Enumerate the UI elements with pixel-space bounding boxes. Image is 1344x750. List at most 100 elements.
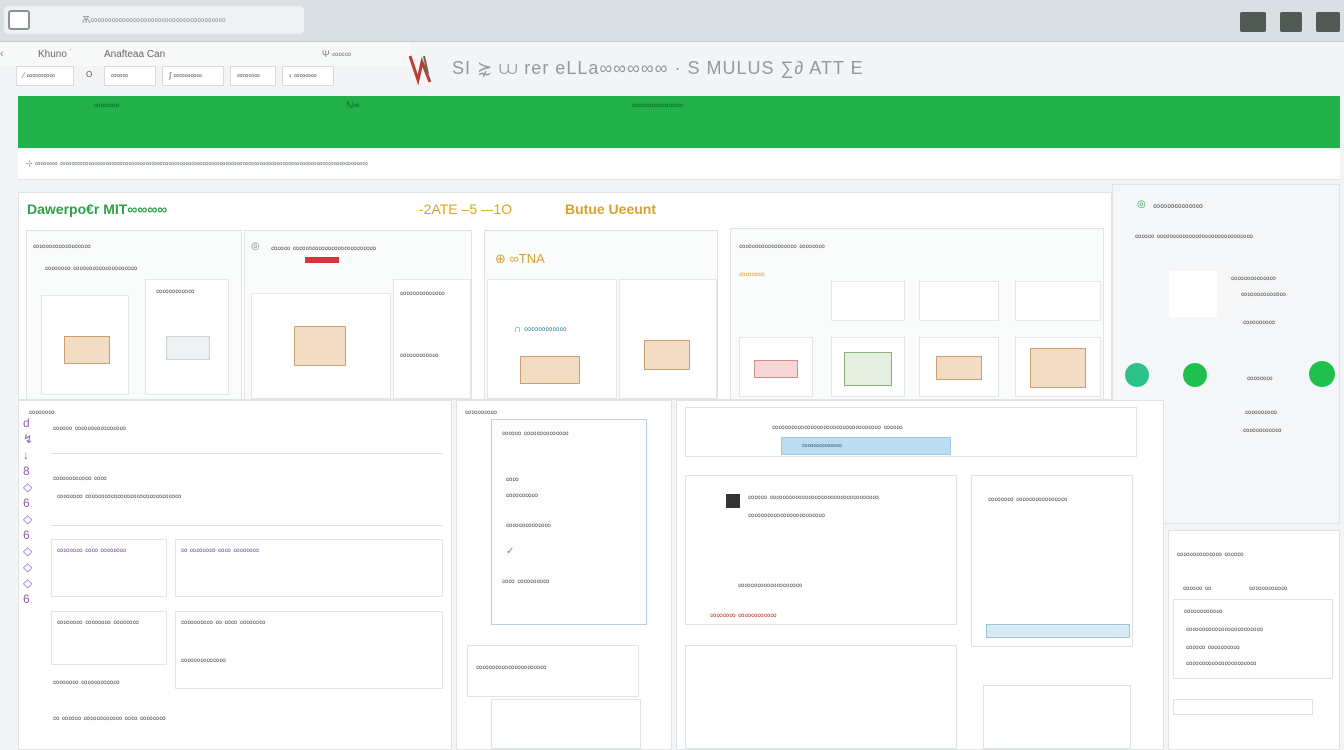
sidebar-tab-1[interactable]: ∞∞∞ ∞ [1183, 583, 1211, 593]
sidebar-input[interactable] [1173, 699, 1313, 715]
card4-title: ∞∞∞∞∞∞∞∞∞ ∞∞∞∞ [739, 241, 825, 251]
toolbar-item-1[interactable]: ∕ ∞∞∞∞∞ [16, 66, 74, 86]
panel-badge: Butue Ueeunt [565, 201, 656, 217]
form-field-1[interactable]: ∞∞∞ ∞∞∞∞∞∞∞∞ [53, 423, 126, 433]
chat-msg-5: ∞∞ ∞∞∞∞∞ [502, 576, 550, 586]
window-titlebar: Ѫ∞∞∞∞∞∞∞∞∞∞∞∞∞∞∞∞∞∞∞ [0, 0, 1344, 42]
product-card-4[interactable]: ∞∞∞∞∞∞∞∞∞ ∞∞∞∞ ∞∞∞∞ [730, 228, 1104, 400]
toolbar: ∕ ∞∞∞∞∞ O ∞∞∞ ∫ ∞∞∞∞∞ ∞∞∞∞ ‹ ∞∞∞∞ [16, 66, 334, 88]
card2-image [251, 293, 391, 399]
menu-right[interactable]: Ψ ∞∞∞ [322, 49, 351, 59]
toolbar-item-6[interactable]: ‹ ∞∞∞∞ [282, 66, 334, 86]
result-1-line-2: ∞∞∞∞∞∞∞∞∞∞∞∞ [748, 510, 825, 520]
content-cards: ∞∞∞∞∞∞∞∞∞∞∞∞∞∞∞∞∞ ∞∞∞ ∞∞∞∞∞∞∞ ∞∞∞ ∞∞∞∞∞∞… [676, 400, 1164, 750]
chat-bubble-large[interactable]: ∞∞∞ ∞∞∞∞∞∞∞ ∞∞ ∞∞∞∞∞ ∞∞∞∞∞∞∞ ✓ ∞∞ ∞∞∞∞∞ [491, 419, 647, 625]
form-field-9[interactable]: ∞∞∞∞ ∞∞∞∞∞∞ [53, 677, 120, 687]
panel-date: -2ATE –5 –-1O [419, 201, 513, 217]
result-1-line-4: ∞∞∞∞ ∞∞∞∞∞∞ [710, 610, 777, 620]
form-field-2[interactable]: ∞∞∞∞∞∞ ∞∞ [53, 473, 107, 483]
card4-spec-1 [831, 281, 905, 321]
toolbar-item-2[interactable]: O [80, 66, 98, 86]
close-icon[interactable] [1316, 12, 1340, 32]
result-card-3[interactable] [685, 645, 957, 749]
toolbar-item-4[interactable]: ∫ ∞∞∞∞∞ [162, 66, 224, 86]
minimize-icon[interactable] [1240, 12, 1266, 32]
result-2-bar[interactable] [986, 624, 1130, 638]
card1-caption: ∞∞∞∞∞∞ [156, 286, 195, 296]
card4-image-4 [1015, 337, 1101, 397]
side-panel-blob [1169, 271, 1217, 317]
card4-image-1 [739, 337, 813, 397]
toolbar-item-3[interactable]: ∞∞∞ [104, 66, 156, 86]
tab-title: Ѫ∞∞∞∞∞∞∞∞∞∞∞∞∞∞∞∞∞∞∞ [82, 15, 226, 26]
chat-msg-3: ∞∞∞∞∞ [506, 490, 539, 500]
product-card-1[interactable]: ∞∞∞∞∞∞∞∞∞ ∞∞∞∞ ∞∞∞∞∞∞∞∞∞∞ ∞∞∞∞∞∞ [26, 230, 242, 400]
back-icon[interactable]: ‹ [0, 48, 12, 60]
status-dot-3[interactable] [1309, 361, 1335, 387]
sidebar-row-3[interactable]: ∞∞∞ ∞∞∞∞∞ [1186, 642, 1240, 652]
card4-sub: ∞∞∞∞ [739, 269, 765, 279]
sidebar-row-4[interactable]: ∞∞∞∞∞∞∞∞∞∞∞ [1186, 658, 1257, 668]
product-card-2[interactable]: ◎ ∞∞∞ ∞∞∞∞∞∞∞∞∞∞∞∞∞ ∞∞∞∞∞∞∞ ∞∞∞∞∞∞ [244, 230, 472, 400]
maximize-icon[interactable] [1280, 12, 1302, 32]
side-panel-title: ∞∞∞∞∞∞∞ [1153, 201, 1203, 212]
chat-msg-6: ∞∞∞∞∞∞∞∞∞∞∞ [476, 662, 547, 672]
chat-msg-2: ∞∞ [506, 474, 519, 484]
sidebar-row-1[interactable]: ∞∞∞∞∞∞ [1184, 606, 1223, 616]
form-field-10[interactable]: ∞ ∞∞∞ ∞∞∞∞∞∞ ∞∞ ∞∞∞∞ [53, 713, 166, 723]
chat-bubble-bottom[interactable] [491, 699, 641, 749]
detail-form: ∞∞∞∞ d ↯ ↓ 8 ◇ 6 ◇ 6 ◇ ◇ ◇ 6 ∞∞∞ ∞∞∞∞∞∞∞… [18, 400, 452, 750]
sidebar-bottom: ∞∞∞∞∞∞∞ ∞∞∞ ∞∞∞ ∞ ∞∞∞∞∞∞ ∞∞∞∞∞∞ ∞∞∞∞∞∞∞∞… [1168, 530, 1340, 750]
status-dot-2[interactable] [1183, 363, 1207, 387]
result-2-line: ∞∞∞∞ ∞∞∞∞∞∞∞∞ [988, 494, 1068, 504]
sidebar-list: ∞∞∞∞∞∞ ∞∞∞∞∞∞∞∞∞∞∞∞ ∞∞∞ ∞∞∞∞∞ ∞∞∞∞∞∞∞∞∞∞… [1173, 599, 1333, 679]
chat-bubble-small[interactable]: ∞∞∞∞∞∞∞∞∞∞∞ [467, 645, 639, 697]
result-1-line-3: ∞∞∞∞∞∞∞∞∞∞ [738, 580, 803, 590]
green-band-mid: ℕ∞ [346, 100, 360, 110]
toolbar-item-5[interactable]: ∞∞∞∞ [230, 66, 276, 86]
chat-column: ∞∞∞∞∞ ∞∞∞ ∞∞∞∞∞∞∞ ∞∞ ∞∞∞∞∞ ∞∞∞∞∞∞∞ ✓ ∞∞ … [456, 400, 672, 750]
side-row-1: ∞∞∞∞∞∞∞ [1231, 273, 1276, 283]
menu-bar: ‹ Khuno 𝄒 Anafteaa Can Ψ ∞∞∞ [0, 42, 410, 66]
card2-caption: ∞∞∞∞∞∞ [400, 350, 439, 360]
result-card-1[interactable]: ∞∞∞ ∞∞∞∞∞∞∞∞∞∞∞∞∞∞∞∞∞ ∞∞∞∞∞∞∞∞∞∞∞∞ ∞∞∞∞∞… [685, 475, 957, 625]
check-icon: ✓ [506, 546, 515, 557]
card1-title: ∞∞∞∞∞∞∞∞∞ [33, 241, 91, 251]
form-field-8[interactable]: ∞∞∞∞∞∞∞ [181, 655, 226, 665]
card4-image-2 [831, 337, 905, 397]
side-row-5: ∞∞∞∞∞ [1245, 407, 1278, 417]
tab-favicon-icon [8, 10, 30, 30]
breadcrumb: ⊹ ∞∞∞∞ ∞∞∞∞∞∞∞∞∞∞∞∞∞∞∞∞∞∞∞∞∞∞∞∞∞∞∞∞∞∞∞∞∞… [18, 150, 1340, 180]
card2-sub: ∞∞∞∞∞∞∞ [400, 288, 445, 298]
status-dot-1[interactable] [1125, 363, 1149, 387]
menu-title[interactable]: Anafteaa Can [104, 49, 165, 60]
card2-title: ∞∞∞ ∞∞∞∞∞∞∞∞∞∞∞∞∞ [271, 243, 377, 253]
card4-spec-3 [1015, 281, 1101, 321]
green-band-left: ∞∞∞∞ [94, 100, 120, 110]
card3-image-2 [619, 279, 717, 399]
result-card-4[interactable] [983, 685, 1131, 749]
sidebar-bottom-title: ∞∞∞∞∞∞∞ ∞∞∞ [1177, 549, 1244, 559]
result-card-2[interactable]: ∞∞∞∞ ∞∞∞∞∞∞∞∞ [971, 475, 1133, 647]
menu-left[interactable]: Khuno 𝄒 [38, 49, 72, 60]
hero-title: SI ⋩ ⩊ rer eLLa∞∞∞∞∞ · S MULUS ∑∂ ATT E [452, 58, 864, 78]
card2-red-marker [305, 257, 339, 263]
chat-msg-1: ∞∞∞ ∞∞∞∞∞∞∞ [502, 428, 569, 438]
result-1-line: ∞∞∞ ∞∞∞∞∞∞∞∞∞∞∞∞∞∞∞∞∞ [748, 492, 879, 502]
result-avatar [726, 494, 740, 508]
card2-badge-icon: ◎ [251, 241, 260, 252]
side-panel-line: ∞∞∞ ∞∞∞∞∞∞∞∞∞∞∞∞∞∞∞ [1135, 231, 1253, 241]
green-header-band: ∞∞∞∞ ℕ∞ ∞∞∞∞∞∞∞∞ [18, 96, 1340, 148]
form-side-icons: d ↯ ↓ 8 ◇ 6 ◇ 6 ◇ ◇ ◇ 6 [23, 416, 34, 606]
search-text: ∞∞∞∞∞∞∞∞∞∞∞∞∞∞∞∞∞ ∞∞∞ [772, 422, 903, 432]
sidebar-row-2[interactable]: ∞∞∞∞∞∞∞∞∞∞∞∞ [1186, 624, 1263, 634]
card3-image: ∩ ∞∞∞∞∞∞ [487, 279, 617, 399]
sidebar-tab-2[interactable]: ∞∞∞∞∞∞ [1249, 583, 1288, 593]
product-card-3[interactable]: ⊕ ∞TNA ∩ ∞∞∞∞∞∞ [484, 230, 718, 400]
card1-image [41, 295, 129, 395]
search-button[interactable]: ∞∞∞∞∞∞∞ [781, 437, 951, 455]
side-row-3: ∞∞∞∞∞ [1243, 317, 1276, 327]
breadcrumb-text[interactable]: ⊹ ∞∞∞∞ ∞∞∞∞∞∞∞∞∞∞∞∞∞∞∞∞∞∞∞∞∞∞∞∞∞∞∞∞∞∞∞∞∞… [26, 159, 626, 168]
form-field-3[interactable]: ∞∞∞∞ ∞∞∞∞∞∞∞∞∞∞∞∞∞∞∞ [57, 491, 181, 501]
side-row-2: ∞∞∞∞∞∞∞ [1241, 289, 1286, 299]
